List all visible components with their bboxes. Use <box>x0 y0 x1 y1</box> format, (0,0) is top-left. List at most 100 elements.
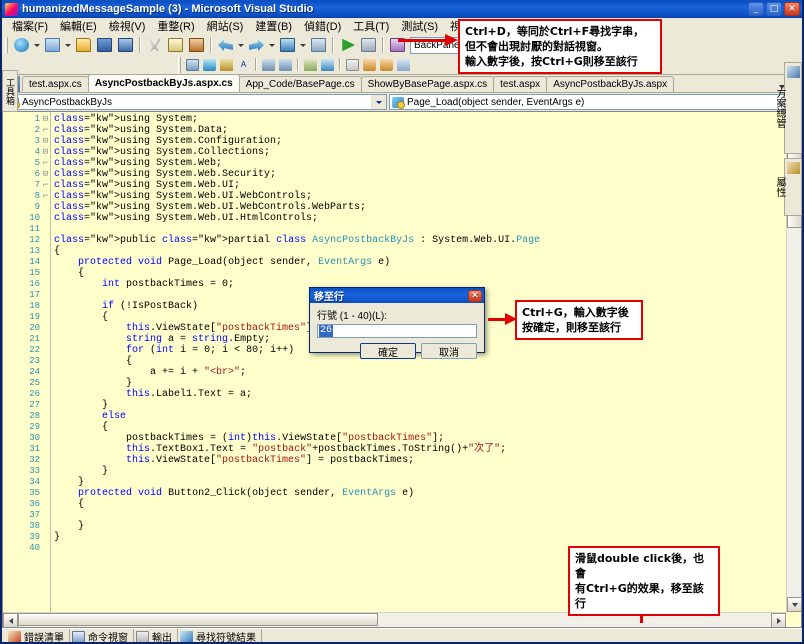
menu-item-build[interactable]: 建置(B) <box>249 17 298 35</box>
maximize-button[interactable]: □ <box>766 2 782 16</box>
outlining-marker[interactable]: ⊟ <box>41 147 50 158</box>
prev-bookmark-button[interactable] <box>218 57 235 72</box>
menu-item-website[interactable]: 網站(S) <box>201 17 250 35</box>
code-line[interactable]: else <box>54 411 801 422</box>
code-line[interactable]: } <box>54 521 801 532</box>
code-line[interactable]: { <box>54 499 801 510</box>
code-line[interactable]: class="kw">using System; <box>54 114 801 125</box>
doc-tab-asyncpostbackbyjs-aspx[interactable]: AsyncPostbackByJs.aspx <box>546 76 675 92</box>
outlining-marker[interactable]: ⊟ <box>41 136 50 147</box>
scroll-down-button[interactable] <box>787 597 801 612</box>
code-line[interactable] <box>54 510 801 521</box>
doc-tab-basepage-cs[interactable]: App_Code/BasePage.cs <box>238 76 362 92</box>
menu-item-tools[interactable]: 工具(T) <box>347 17 395 35</box>
line-number-input[interactable]: 26 <box>317 324 477 338</box>
code-line[interactable]: this.Label1.Text = a; <box>54 389 801 400</box>
dock-toolbox[interactable]: 工具箱 <box>2 70 18 112</box>
new-project-button[interactable] <box>11 35 32 55</box>
doc-tab-test-aspx[interactable]: test.aspx <box>493 76 548 92</box>
menu-item-view[interactable]: 檢視(V) <box>103 17 152 35</box>
outlining-marker[interactable]: ⌐ <box>41 191 50 202</box>
dock-solution-explorer[interactable]: 方案總管 <box>774 62 802 154</box>
code-line[interactable]: class="kw">using System.Web; <box>54 158 801 169</box>
add-item-dropdown[interactable] <box>63 35 73 55</box>
code-line[interactable]: class="kw">using System.Web.UI; <box>54 180 801 191</box>
outlining-marker[interactable]: ⌐ <box>41 125 50 136</box>
code-line[interactable]: class="kw">using System.Web.UI.WebContro… <box>54 191 801 202</box>
outlining-marker[interactable]: ⊟ <box>41 114 50 125</box>
code-line[interactable]: class="kw">using System.Web.UI.HtmlContr… <box>54 213 801 224</box>
code-line[interactable]: class="kw">using System.Configuration; <box>54 136 801 147</box>
window-button[interactable] <box>344 57 361 72</box>
outlining-marker[interactable]: ⌐ <box>41 180 50 191</box>
code-line[interactable]: } <box>54 477 801 488</box>
copy-button[interactable] <box>165 35 186 55</box>
code-line[interactable]: postbackTimes = (int)this.ViewState["pos… <box>54 433 801 444</box>
chevron-down-icon[interactable] <box>371 95 386 109</box>
goto-line-dialog[interactable]: 移至行 ✕ 行號 (1 - 40)(L): 26 確定 取消 <box>309 287 485 359</box>
comment-block-button[interactable] <box>361 57 378 72</box>
save-all-button[interactable] <box>115 35 136 55</box>
navigate-dropdown[interactable] <box>298 35 308 55</box>
outlining-margin[interactable]: ⊟ ⌐ ⊟ ⊟ ⌐ ⊟ ⌐ ⌐ <box>41 112 50 627</box>
toolbar-grip[interactable] <box>5 37 8 53</box>
menu-item-refactor[interactable]: 重整(R) <box>151 17 200 35</box>
navigate-button[interactable] <box>277 35 298 55</box>
bottom-tab-output[interactable]: 輸出 <box>134 629 178 642</box>
toolbar-grip[interactable] <box>178 56 181 73</box>
code-line[interactable]: class="kw">using System.Collections; <box>54 147 801 158</box>
save-button[interactable] <box>94 35 115 55</box>
redo-dropdown[interactable] <box>267 35 277 55</box>
bottom-tab-command-window[interactable]: 命令視窗 <box>70 629 134 642</box>
class-selector[interactable]: AsyncPostbackByJs <box>4 94 387 110</box>
display-button[interactable] <box>184 57 201 72</box>
find-button[interactable] <box>308 35 329 55</box>
add-item-button[interactable] <box>42 35 63 55</box>
menu-item-file[interactable]: 檔案(F) <box>6 17 54 35</box>
toggle-bookmark-button[interactable] <box>201 57 218 72</box>
dock-properties[interactable]: 屬性 <box>774 158 802 216</box>
scroll-left-button[interactable] <box>3 613 18 627</box>
code-line[interactable]: } <box>54 532 801 543</box>
solution-button[interactable] <box>387 35 408 55</box>
config-button[interactable] <box>358 35 379 55</box>
doc-tab-asyncpostbackbyjs-aspx-cs[interactable]: AsyncPostbackByJs.aspx.cs <box>87 74 240 92</box>
code-line[interactable]: this.TextBox1.Text = "postback"+postback… <box>54 444 801 455</box>
start-debug-button[interactable] <box>337 35 358 55</box>
code-line[interactable]: } <box>54 378 801 389</box>
undo-button[interactable] <box>215 35 236 55</box>
toggle-outline-button[interactable] <box>395 57 412 72</box>
goto-dialog-close-button[interactable]: ✕ <box>468 289 482 302</box>
code-line[interactable]: } <box>54 466 801 477</box>
code-line[interactable]: class="kw">using System.Data; <box>54 125 801 136</box>
minimize-button[interactable]: _ <box>748 2 764 16</box>
undo-dropdown[interactable] <box>236 35 246 55</box>
code-line[interactable]: protected void Button2_Click(object send… <box>54 488 801 499</box>
menu-item-debug[interactable]: 偵錯(D) <box>298 17 347 35</box>
menu-item-edit[interactable]: 編輯(E) <box>54 17 103 35</box>
new-project-dropdown[interactable] <box>32 35 42 55</box>
code-line[interactable]: protected void Page_Load(object sender, … <box>54 257 801 268</box>
code-line[interactable]: class="kw">public class="kw">partial cla… <box>54 235 801 246</box>
ok-button[interactable]: 確定 <box>360 343 416 359</box>
outdent-button[interactable] <box>277 57 294 72</box>
indent-button[interactable] <box>260 57 277 72</box>
code-line[interactable]: { <box>54 422 801 433</box>
align-button[interactable] <box>302 57 319 72</box>
open-file-button[interactable] <box>73 35 94 55</box>
cancel-button[interactable]: 取消 <box>421 343 477 359</box>
code-line[interactable]: a += i + "<br>"; <box>54 367 801 378</box>
redo-button[interactable] <box>246 35 267 55</box>
code-line[interactable]: } <box>54 400 801 411</box>
sync-button[interactable] <box>319 57 336 72</box>
horizontal-scroll-thumb[interactable] <box>18 613 378 626</box>
bottom-tab-error-list[interactable]: 錯誤清單 <box>6 629 70 642</box>
menu-item-test[interactable]: 測試(S) <box>395 17 444 35</box>
code-line[interactable]: class="kw">using System.Web.Security; <box>54 169 801 180</box>
code-line[interactable]: { <box>54 268 801 279</box>
cut-button[interactable] <box>144 35 165 55</box>
outlining-marker[interactable]: ⌐ <box>41 158 50 169</box>
code-line[interactable]: this.ViewState["postbackTimes"] = postba… <box>54 455 801 466</box>
code-line[interactable]: { <box>54 246 801 257</box>
doc-tab-test-aspx-cs[interactable]: test.aspx.cs <box>22 76 89 92</box>
